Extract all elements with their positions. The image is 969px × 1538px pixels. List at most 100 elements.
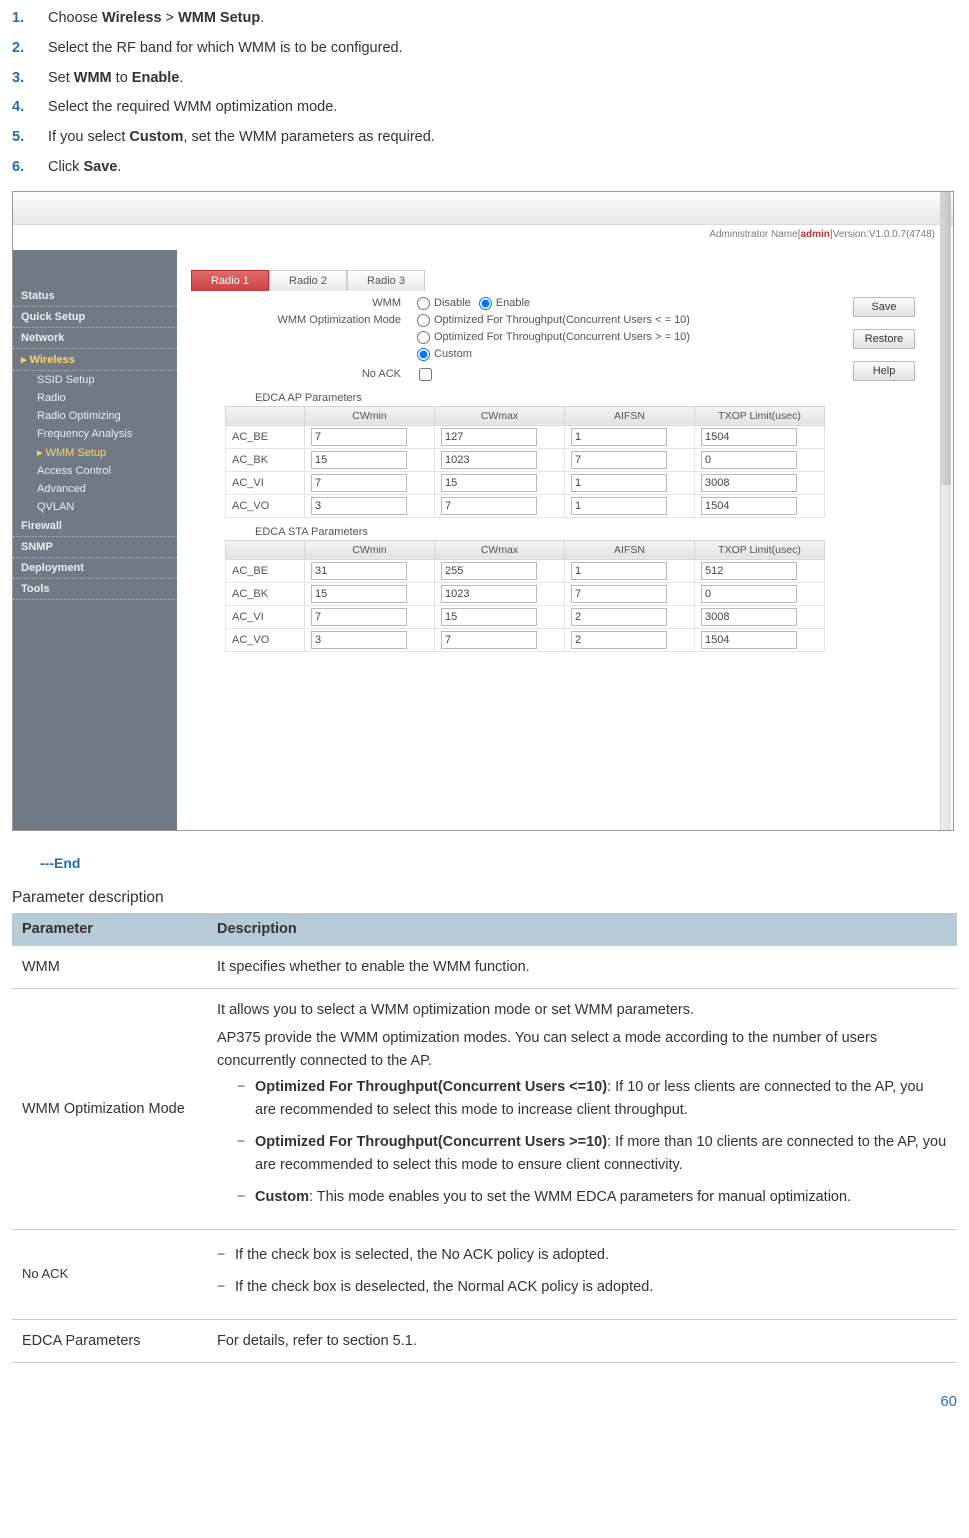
input-txop[interactable] [701, 474, 797, 492]
sidebar: Status Quick Setup Network ▸ Wireless SS… [13, 250, 177, 830]
input-aifsn[interactable] [571, 562, 667, 580]
input-txop[interactable] [701, 608, 797, 626]
table-row: AC_BE [226, 425, 825, 448]
row-noack: No ACK [191, 365, 923, 384]
sidebar-subitem-freq[interactable]: Frequency Analysis [13, 425, 177, 443]
checkbox-noack[interactable] [419, 368, 432, 381]
input-cwmin[interactable] [311, 585, 407, 603]
input-cwmax[interactable] [441, 474, 537, 492]
tab-radio1[interactable]: Radio 1 [191, 270, 269, 291]
step-text: Set WMM to Enable. [48, 68, 183, 90]
input-txop[interactable] [701, 497, 797, 515]
step-text: If you select Custom, set the WMM parame… [48, 127, 435, 149]
cell-param: No ACK [12, 1229, 207, 1319]
table-row: AC_BE [226, 559, 825, 582]
input-txop[interactable] [701, 585, 797, 603]
input-cwmax[interactable] [441, 428, 537, 446]
main-panel: Radio 1 Radio 2 Radio 3 Save Restore Hel… [177, 250, 953, 830]
sidebar-item-deployment[interactable]: Deployment [13, 558, 177, 579]
input-cwmax[interactable] [441, 585, 537, 603]
step-number: 2. [12, 38, 48, 60]
admin-line: Administrator Name[admin]Version:V1.0.0.… [13, 225, 953, 251]
input-aifsn[interactable] [571, 428, 667, 446]
restore-button[interactable]: Restore [853, 329, 915, 349]
sidebar-item-network[interactable]: Network [13, 328, 177, 349]
input-cwmax[interactable] [441, 497, 537, 515]
input-txop[interactable] [701, 631, 797, 649]
row-wmm: WMM It specifies whether to enable the W… [12, 945, 957, 988]
step-text: Select the RF band for which WMM is to b… [48, 38, 403, 60]
end-marker: ---End [40, 855, 957, 871]
sidebar-item-wireless[interactable]: ▸ Wireless [13, 349, 177, 371]
input-aifsn[interactable] [571, 585, 667, 603]
instruction-steps: 1. Choose Wireless > WMM Setup. 2. Selec… [12, 8, 957, 179]
sidebar-subitem-qvlan[interactable]: QVLAN [13, 498, 177, 516]
window-titlebar [13, 192, 953, 225]
sidebar-subitem-access[interactable]: Access Control [13, 462, 177, 480]
cell-desc: It allows you to select a WMM optimizati… [207, 988, 957, 1229]
sidebar-subitem-wmm[interactable]: ▸ WMM Setup [13, 443, 177, 462]
step-6: 6. Click Save. [12, 157, 957, 179]
input-aifsn[interactable] [571, 608, 667, 626]
embedded-screenshot: Administrator Name[admin]Version:V1.0.0.… [12, 191, 954, 831]
table-row: AC_VO [226, 494, 825, 517]
save-button[interactable]: Save [853, 297, 915, 317]
sidebar-item-snmp[interactable]: SNMP [13, 537, 177, 558]
scrollbar[interactable] [940, 192, 951, 830]
page-number: 60 [12, 1393, 957, 1410]
radio-opt-ge10[interactable] [417, 331, 430, 344]
sidebar-subitem-radio[interactable]: Radio [13, 389, 177, 407]
tab-radio3[interactable]: Radio 3 [347, 270, 425, 291]
input-cwmax[interactable] [441, 562, 537, 580]
step-number: 5. [12, 127, 48, 149]
radio-wmm-disable[interactable] [417, 297, 430, 310]
input-aifsn[interactable] [571, 474, 667, 492]
text-custom: Custom [434, 348, 472, 360]
input-txop[interactable] [701, 451, 797, 469]
step-3: 3. Set WMM to Enable. [12, 68, 957, 90]
step-number: 1. [12, 8, 48, 30]
input-cwmin[interactable] [311, 474, 407, 492]
sidebar-subitem-radio-opt[interactable]: Radio Optimizing [13, 407, 177, 425]
table-row: AC_VI [226, 471, 825, 494]
sidebar-subitem-ssid[interactable]: SSID Setup [13, 371, 177, 389]
input-cwmax[interactable] [441, 451, 537, 469]
input-cwmin[interactable] [311, 497, 407, 515]
row-wmm-opt: WMM Optimization Mode Optimized For Thro… [191, 314, 923, 327]
input-aifsn[interactable] [571, 451, 667, 469]
label-edca-ap: EDCA AP Parameters [255, 392, 923, 404]
input-cwmax[interactable] [441, 608, 537, 626]
input-cwmin[interactable] [311, 562, 407, 580]
sidebar-item-firewall[interactable]: Firewall [13, 516, 177, 537]
radio-opt-le10[interactable] [417, 314, 430, 327]
sidebar-item-tools[interactable]: Tools [13, 579, 177, 600]
row-noack: No ACK If the check box is selected, the… [12, 1229, 957, 1319]
input-aifsn[interactable] [571, 497, 667, 515]
input-txop[interactable] [701, 428, 797, 446]
tab-radio2[interactable]: Radio 2 [269, 270, 347, 291]
input-cwmax[interactable] [441, 631, 537, 649]
input-cwmin[interactable] [311, 451, 407, 469]
input-cwmin[interactable] [311, 631, 407, 649]
input-aifsn[interactable] [571, 631, 667, 649]
row-wmm-opt2: Optimized For Throughput(Concurrent User… [191, 331, 923, 344]
noack-bullets: If the check box is selected, the No ACK… [217, 1244, 947, 1299]
row-wmm-mode: WMM Optimization Mode It allows you to s… [12, 988, 957, 1229]
step-2: 2. Select the RF band for which WMM is t… [12, 38, 957, 60]
text-opt-le10: Optimized For Throughput(Concurrent User… [434, 314, 690, 326]
sidebar-subitem-advanced[interactable]: Advanced [13, 480, 177, 498]
sidebar-item-quicksetup[interactable]: Quick Setup [13, 307, 177, 328]
button-column: Save Restore Help [853, 297, 923, 393]
radio-wmm-enable[interactable] [479, 297, 492, 310]
table-row: AC_VI [226, 605, 825, 628]
step-4: 4. Select the required WMM optimization … [12, 97, 957, 119]
input-txop[interactable] [701, 562, 797, 580]
cell-param: WMM Optimization Mode [12, 988, 207, 1229]
row-wmm-custom: Custom [191, 348, 923, 361]
input-cwmin[interactable] [311, 428, 407, 446]
step-number: 4. [12, 97, 48, 119]
radio-custom[interactable] [417, 348, 430, 361]
input-cwmin[interactable] [311, 608, 407, 626]
sidebar-item-status[interactable]: Status [13, 286, 177, 307]
help-button[interactable]: Help [853, 361, 915, 381]
